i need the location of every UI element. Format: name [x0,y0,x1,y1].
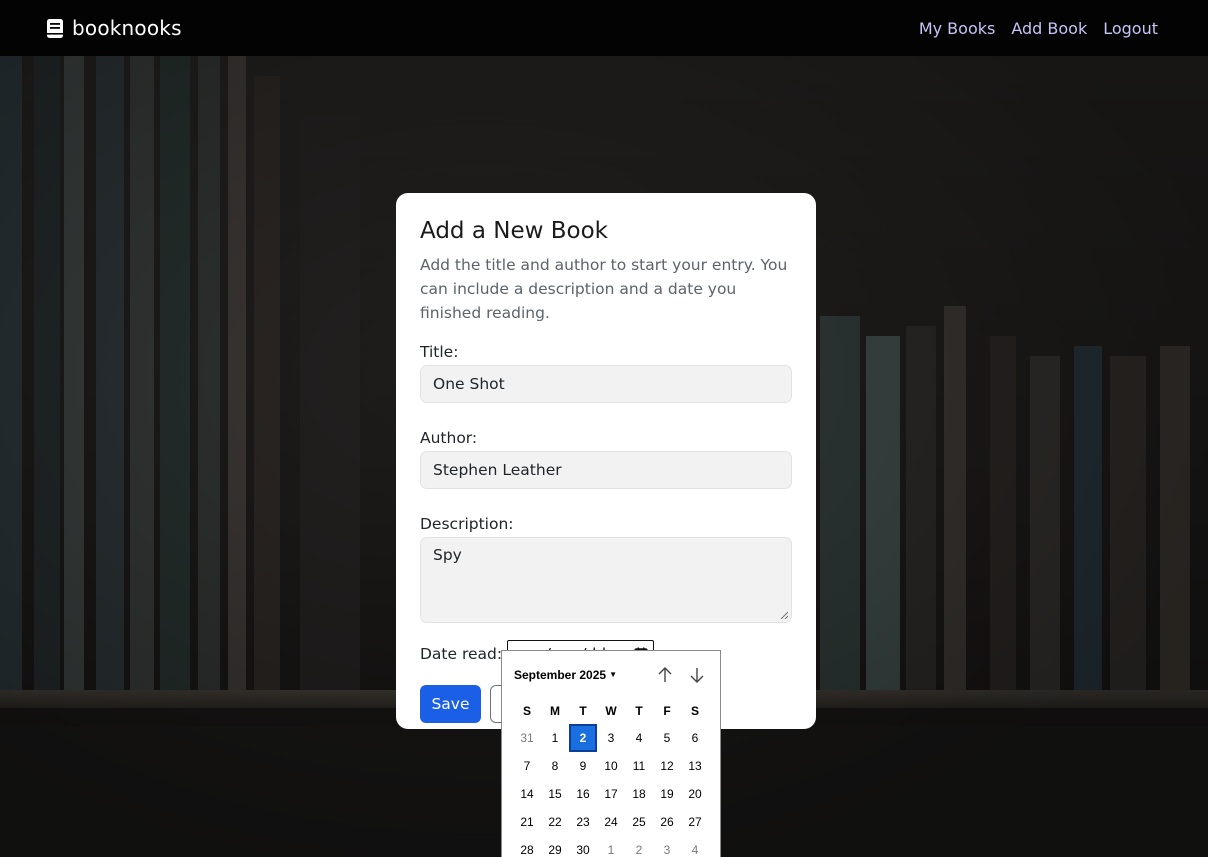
calendar-day[interactable]: 1 [597,836,625,857]
calendar-day[interactable]: 5 [653,724,681,752]
calendar-day[interactable]: 10 [597,752,625,780]
month-year-selector[interactable]: September 2025 ▼ [514,668,617,682]
add-book-card: Add a New Book Add the title and author … [396,193,816,729]
calendar-grid: S M T W T F S 31 1 2 3 4 5 6 7 8 9 10 11 12 13 14 15 16 1… [502,698,720,857]
weekday-header: F [663,704,671,718]
description-textarea[interactable]: Spy [420,537,792,623]
title-label: Title: [420,343,459,361]
calendar-day[interactable]: 6 [681,724,709,752]
calendar-day[interactable]: 22 [541,808,569,836]
calendar-day[interactable]: 1 [541,724,569,752]
resize-grip-icon[interactable] [780,611,788,619]
weekday-header: W [605,704,617,718]
nav-link-add-book[interactable]: Add Book [1011,19,1087,38]
nav-link-my-books[interactable]: My Books [919,19,996,38]
page-title: Add a New Book [420,218,608,244]
calendar-day[interactable]: 14 [513,780,541,808]
calendar-day[interactable]: 8 [541,752,569,780]
calendar-day[interactable]: 4 [625,724,653,752]
calendar-day[interactable]: 3 [597,724,625,752]
date-picker-popup: September 2025 ▼ S M T W T F S 31 1 2 3 4 5 6 7… [501,650,721,857]
title-input[interactable]: One Shot [420,365,792,403]
date-picker-header: September 2025 ▼ [502,651,720,698]
author-label: Author: [420,429,478,447]
calendar-day[interactable]: 25 [625,808,653,836]
calendar-day[interactable]: 24 [597,808,625,836]
date-read-label: Date read: [420,645,503,663]
caret-down-icon: ▼ [609,670,617,679]
weekday-header: S [522,704,531,718]
month-year-label: September 2025 [514,667,607,682]
calendar-day[interactable]: 26 [653,808,681,836]
weekday-header: M [550,704,560,718]
arrow-down-icon[interactable] [688,666,706,684]
calendar-day[interactable]: 28 [513,836,541,857]
save-button[interactable]: Save [420,685,481,723]
calendar-day[interactable]: 13 [681,752,709,780]
weekday-header: S [690,704,699,718]
calendar-day[interactable]: 31 [513,724,541,752]
calendar-day[interactable]: 9 [569,752,597,780]
calendar-day[interactable]: 18 [625,780,653,808]
arrow-up-icon[interactable] [656,666,674,684]
nav-links: My Books Add Book Logout [919,19,1158,38]
calendar-day[interactable]: 17 [597,780,625,808]
calendar-day[interactable]: 3 [653,836,681,857]
calendar-day[interactable]: 16 [569,780,597,808]
description-text: Spy [433,546,462,564]
calendar-day[interactable]: 30 [569,836,597,857]
calendar-day[interactable]: 19 [653,780,681,808]
nav-link-logout[interactable]: Logout [1103,19,1158,38]
month-nav [656,666,706,684]
calendar-day[interactable]: 4 [681,836,709,857]
calendar-day[interactable]: 15 [541,780,569,808]
calendar-day[interactable]: 29 [541,836,569,857]
calendar-day[interactable]: 23 [569,808,597,836]
calendar-day[interactable]: 2 [625,836,653,857]
calendar-day[interactable]: 21 [513,808,541,836]
weekday-header: T [579,704,587,718]
calendar-day[interactable]: 27 [681,808,709,836]
weekday-header: T [635,704,643,718]
description-label: Description: [420,515,514,533]
form-description: Add the title and author to start your e… [420,256,788,322]
book-icon [47,18,63,38]
top-navbar: booknooks My Books Add Book Logout [0,0,1208,56]
brand-link[interactable]: booknooks [46,16,182,40]
calendar-day[interactable]: 20 [681,780,709,808]
calendar-day[interactable]: 7 [513,752,541,780]
calendar-day[interactable]: 12 [653,752,681,780]
calendar-day-selected[interactable]: 2 [569,724,597,752]
author-input[interactable]: Stephen Leather [420,451,792,489]
brand-name: booknooks [72,16,182,40]
calendar-day[interactable]: 11 [625,752,653,780]
